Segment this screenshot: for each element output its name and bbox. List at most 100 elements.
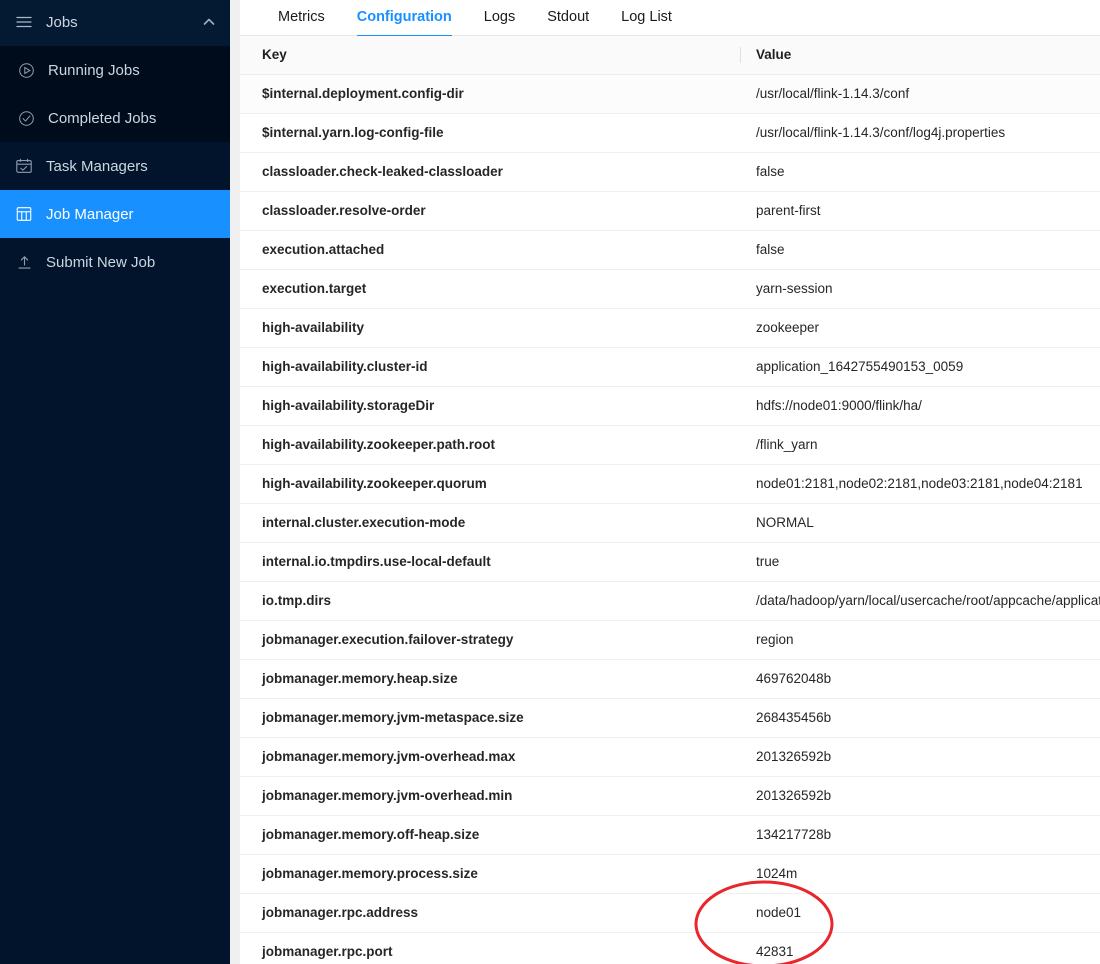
sidebar-item-running-jobs-label: Running Jobs: [48, 61, 140, 79]
config-key-cell: classloader.resolve-order: [240, 191, 740, 231]
column-header-key[interactable]: Key: [240, 36, 740, 75]
config-value-cell: NORMAL: [740, 503, 1100, 543]
configuration-table-wrap: Key Value $internal.deployment.config-di…: [240, 36, 1100, 964]
table-row: classloader.resolve-order parent-first: [240, 191, 1100, 231]
config-key-cell: $internal.deployment.config-dir: [240, 74, 740, 114]
config-value-cell: parent-first: [740, 191, 1100, 231]
main-content: Metrics Configuration Logs Stdout Log Li…: [240, 0, 1100, 964]
config-key-cell: io.tmp.dirs: [240, 581, 740, 621]
column-header-value[interactable]: Value: [740, 36, 1100, 75]
grid-window-icon: [14, 204, 34, 224]
config-key-cell: execution.target: [240, 269, 740, 309]
config-value-cell: hdfs://node01:9000/flink/ha/: [740, 386, 1100, 426]
config-value-cell: /flink_yarn: [740, 425, 1100, 465]
table-row: execution.target yarn-session: [240, 269, 1100, 309]
config-value-cell: 1024m: [740, 854, 1100, 894]
config-value-cell: node01:2181,node02:2181,node03:2181,node…: [740, 464, 1100, 504]
config-key-cell: high-availability.cluster-id: [240, 347, 740, 387]
config-value-cell: 201326592b: [740, 776, 1100, 816]
sidebar-item-completed-jobs[interactable]: Completed Jobs: [0, 94, 230, 142]
tab-metrics[interactable]: Metrics: [262, 0, 341, 36]
config-value-cell: region: [740, 620, 1100, 660]
sidebar-item-job-manager-label: Job Manager: [46, 205, 134, 223]
sidebar-item-jobs[interactable]: Jobs: [0, 0, 230, 46]
table-row: high-availability.zookeeper.path.root/fl…: [240, 425, 1100, 465]
config-value-cell: 201326592b: [740, 737, 1100, 777]
chevron-up-icon[interactable]: [202, 15, 216, 29]
check-circle-icon: [16, 108, 36, 128]
config-key-cell: high-availability.zookeeper.path.root: [240, 425, 740, 465]
table-row: jobmanager.rpc.address node01: [240, 893, 1100, 933]
tab-configuration[interactable]: Configuration: [341, 0, 468, 37]
table-head: Key Value: [240, 36, 1100, 75]
table-row: high-availability.storageDir hdfs://node0…: [240, 386, 1100, 426]
tab-bar: Metrics Configuration Logs Stdout Log Li…: [240, 0, 1100, 37]
config-value-cell: 268435456b: [740, 698, 1100, 738]
config-key-cell: jobmanager.memory.jvm-overhead.min: [240, 776, 740, 816]
table-row: $internal.deployment.config-dir/usr/loca…: [240, 74, 1100, 114]
sidebar-item-task-managers-label: Task Managers: [46, 157, 148, 175]
table-row: jobmanager.memory.heap.size 469762048b: [240, 659, 1100, 699]
sidebar-item-task-managers[interactable]: Task Managers: [0, 142, 230, 190]
sidebar-item-job-manager[interactable]: Job Manager: [0, 190, 230, 238]
table-row: classloader.check-leaked-classloader fals…: [240, 152, 1100, 192]
table-body: $internal.deployment.config-dir/usr/loca…: [240, 74, 1100, 964]
table-row: jobmanager.memory.jvm-overhead.max 201326…: [240, 737, 1100, 777]
calendar-check-icon: [14, 156, 34, 176]
config-key-cell: jobmanager.memory.jvm-overhead.max: [240, 737, 740, 777]
table-row: execution.attached false: [240, 230, 1100, 270]
config-key-cell: internal.cluster.execution-mode: [240, 503, 740, 543]
upload-icon: [14, 252, 34, 272]
config-value-cell: 134217728b: [740, 815, 1100, 855]
table-row: internal.io.tmpdirs.use-local-default tru…: [240, 542, 1100, 582]
config-key-cell: jobmanager.rpc.address: [240, 893, 740, 933]
config-key-cell: jobmanager.execution.failover-strategy: [240, 620, 740, 660]
flink-dashboard: Overview Jobs Runn: [0, 0, 1100, 964]
table-row: jobmanager.rpc.port 42831: [240, 932, 1100, 964]
table-row: jobmanager.execution.failover-strategy re…: [240, 620, 1100, 660]
config-key-cell: high-availability: [240, 308, 740, 348]
config-value-cell: node01: [740, 893, 1100, 933]
menu-lines-icon: [14, 12, 34, 32]
config-key-cell: classloader.check-leaked-classloader: [240, 152, 740, 192]
config-key-cell: internal.io.tmpdirs.use-local-default: [240, 542, 740, 582]
table-header-row: Key Value: [240, 36, 1100, 75]
table-row: jobmanager.memory.jvm-overhead.min 201326…: [240, 776, 1100, 816]
sidebar-nav: Overview Jobs Runn: [0, 0, 230, 964]
configuration-table: Key Value $internal.deployment.config-di…: [240, 36, 1100, 964]
sidebar-item-submit-new-job[interactable]: Submit New Job: [0, 238, 230, 286]
sidebar-submenu-jobs: Running Jobs Completed Jobs: [0, 46, 230, 142]
table-row: high-availability.zookeeper.quorum node01…: [240, 464, 1100, 504]
config-key-cell: jobmanager.memory.jvm-metaspace.size: [240, 698, 740, 738]
config-key-cell: jobmanager.memory.off-heap.size: [240, 815, 740, 855]
table-row: jobmanager.memory.jvm-metaspace.size 2684…: [240, 698, 1100, 738]
tab-log-list[interactable]: Log List: [605, 0, 688, 36]
table-row: io.tmp.dirs/data/hadoop/yarn/local/userc…: [240, 581, 1100, 621]
config-value-cell: application_1642755490153_0059: [740, 347, 1100, 387]
play-circle-icon: [16, 60, 36, 80]
config-value-cell: yarn-session: [740, 269, 1100, 309]
config-key-cell: high-availability.storageDir: [240, 386, 740, 426]
config-value-cell: 42831: [740, 932, 1100, 964]
config-value-cell: /usr/local/flink-1.14.3/conf/log4j.prope…: [740, 113, 1100, 153]
table-row: jobmanager.memory.off-heap.size 134217728…: [240, 815, 1100, 855]
config-value-cell: /usr/local/flink-1.14.3/conf: [740, 74, 1100, 114]
config-key-cell: jobmanager.memory.heap.size: [240, 659, 740, 699]
sidebar-item-jobs-label: Jobs: [46, 13, 78, 31]
config-key-cell: jobmanager.rpc.port: [240, 932, 740, 964]
config-key-cell: high-availability.zookeeper.quorum: [240, 464, 740, 504]
config-key-cell: execution.attached: [240, 230, 740, 270]
config-value-cell: true: [740, 542, 1100, 582]
config-value-cell: false: [740, 152, 1100, 192]
config-key-cell: $internal.yarn.log-config-file: [240, 113, 740, 153]
table-row: high-availability.cluster-id application_…: [240, 347, 1100, 387]
tab-stdout[interactable]: Stdout: [531, 0, 605, 36]
table-row: $internal.yarn.log-config-file/usr/local…: [240, 113, 1100, 153]
config-value-cell: /data/hadoop/yarn/local/usercache/root/a…: [740, 581, 1100, 621]
tab-logs[interactable]: Logs: [468, 0, 531, 36]
sidebar-item-running-jobs[interactable]: Running Jobs: [0, 46, 230, 94]
config-value-cell: false: [740, 230, 1100, 270]
table-row: internal.cluster.execution-mode NORMAL: [240, 503, 1100, 543]
table-row: jobmanager.memory.process.size 1024m: [240, 854, 1100, 894]
config-key-cell: jobmanager.memory.process.size: [240, 854, 740, 894]
